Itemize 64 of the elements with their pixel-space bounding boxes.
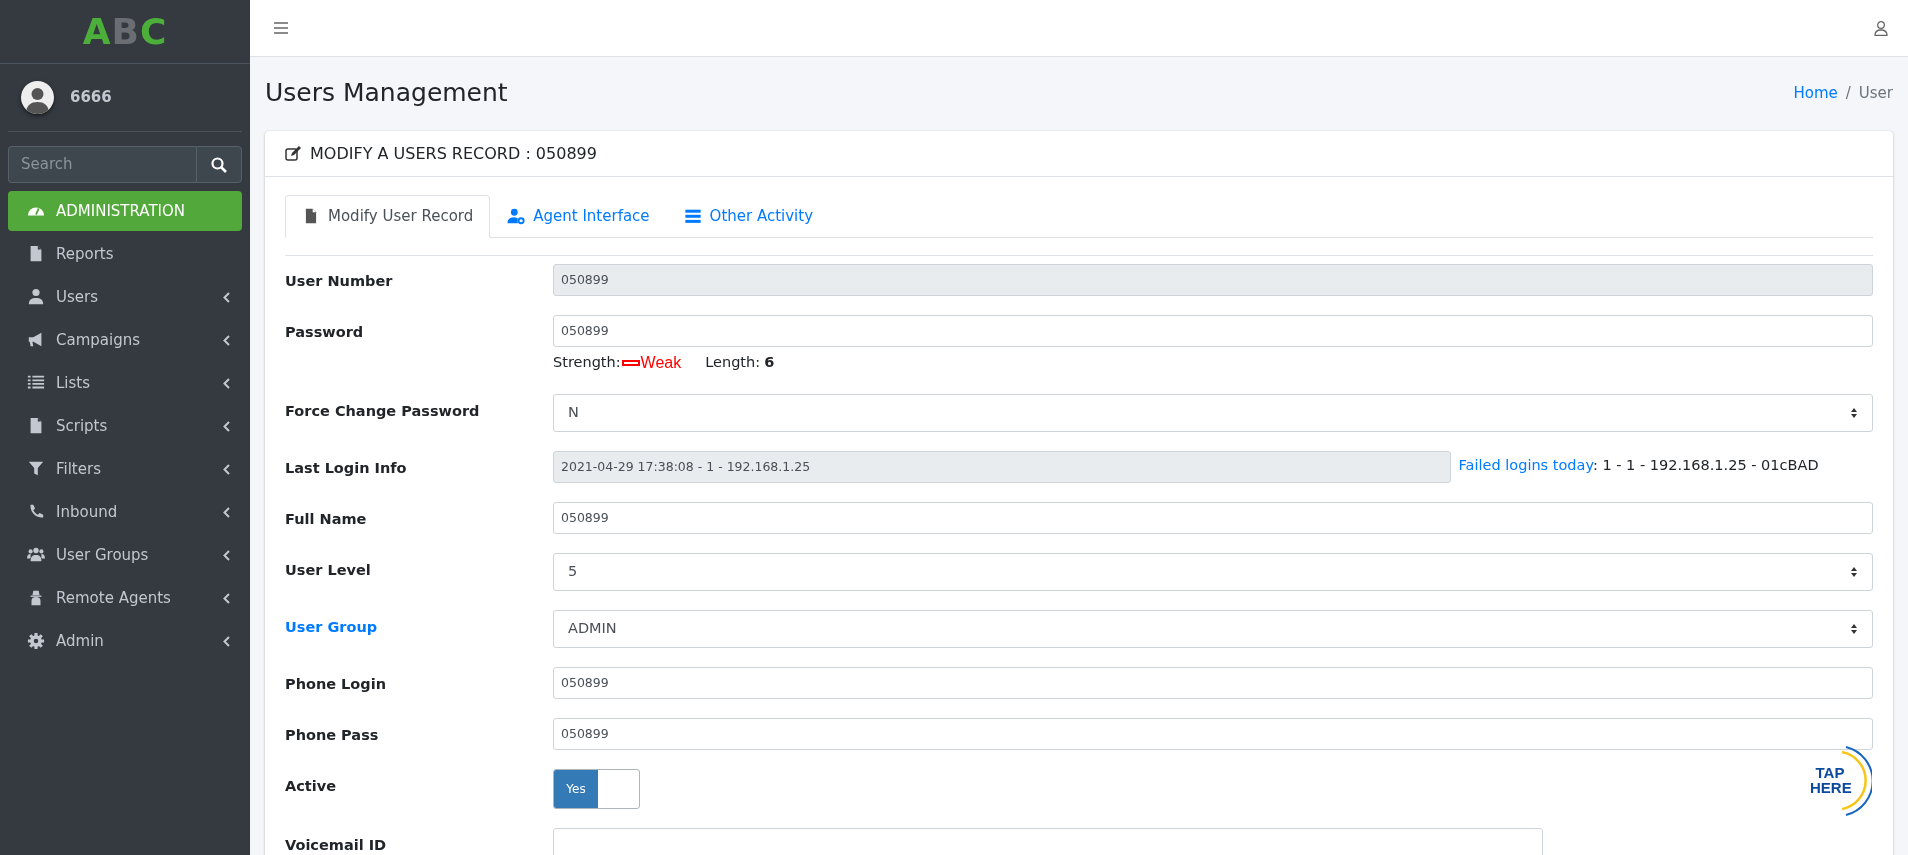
breadcrumb-link[interactable]: Home	[1793, 81, 1838, 105]
strength-label: Strength:	[553, 353, 621, 373]
input-field[interactable]: 050899	[553, 502, 1873, 534]
sidebar-item[interactable]: Lists	[8, 363, 242, 403]
failed-logins-link[interactable]: Failed logins today	[1458, 457, 1593, 473]
sort-caret-icon	[1850, 566, 1858, 578]
page-title: Users Management	[265, 77, 508, 110]
sidebar-item[interactable]: Filters	[8, 449, 242, 489]
settings-icon	[26, 632, 46, 650]
field-label: Full Name	[285, 510, 368, 529]
card-title: MODIFY A USERS RECORD : 050899	[310, 142, 597, 165]
filter-icon	[26, 460, 46, 478]
field-label: Phone Pass	[285, 726, 380, 745]
input-field[interactable]	[553, 828, 1543, 855]
input-field[interactable]: 050899	[553, 667, 1873, 699]
sidebar-item[interactable]: Admin	[8, 621, 242, 661]
strength-value: Weak	[640, 353, 682, 373]
tab[interactable]: Modify User Record	[285, 195, 491, 238]
sidebar-item[interactable]: Campaigns	[8, 320, 242, 360]
edit-icon	[285, 146, 302, 161]
avatar-icon	[21, 81, 54, 114]
sidebar-item[interactable]: Users	[8, 277, 242, 317]
sidebar-item[interactable]: Scripts	[8, 406, 242, 446]
field-label: Active	[285, 777, 337, 796]
tab[interactable]: Other Activity	[666, 195, 831, 238]
field-label: Last Login Info	[285, 459, 408, 478]
sidebar-item[interactable]: Remote Agents	[8, 578, 242, 618]
search-button[interactable]	[196, 146, 242, 183]
field-label: Phone Login	[285, 675, 387, 694]
user-gear-icon	[507, 208, 526, 225]
sidebar-item[interactable]: Reports	[8, 234, 242, 274]
input-field: 050899	[553, 264, 1873, 296]
sort-caret-icon	[1850, 623, 1858, 635]
failed-logins-text: : 1 - 1 - 192.168.1.25 - 01cBAD	[1592, 457, 1819, 473]
bars-icon	[683, 208, 702, 225]
breadcrumb-item: User	[1858, 82, 1893, 104]
select-field[interactable]: N	[553, 394, 1873, 432]
tab[interactable]: Agent Interface	[490, 195, 667, 238]
input-field[interactable]: 050899	[553, 718, 1873, 750]
select-field[interactable]: 5	[553, 553, 1873, 591]
toggle-switch[interactable]: Yes	[554, 770, 598, 808]
strength-bar-icon	[621, 360, 640, 366]
sidebar-item[interactable]: Inbound	[8, 492, 242, 532]
user-icon	[26, 288, 46, 306]
password-field[interactable]: 050899	[553, 315, 1873, 347]
users-icon	[26, 546, 46, 564]
user-name[interactable]: 6666	[70, 86, 112, 109]
field-label: Force Change Password	[285, 402, 481, 421]
search-field[interactable]: Search	[8, 146, 196, 183]
sidebar-item[interactable]: User Groups	[8, 535, 242, 575]
breadcrumb-separator: /	[1845, 82, 1851, 104]
select-field[interactable]: ADMIN	[553, 610, 1873, 648]
field-label: User Number	[285, 272, 394, 291]
search-icon	[211, 156, 227, 173]
sort-caret-icon	[1850, 407, 1858, 419]
length-value: 6	[764, 353, 775, 373]
length-label: Length:	[705, 353, 761, 373]
field-label: Voicemail ID	[285, 836, 388, 855]
field-label: Password	[285, 323, 365, 342]
field-label: User Level	[285, 561, 372, 580]
input-field: 2021-04-29 17:38:08 - 1 - 192.168.1.25	[553, 451, 1451, 483]
menu-icon[interactable]	[274, 22, 288, 34]
field-label-link[interactable]: User Group	[285, 610, 553, 648]
user-icon[interactable]	[1874, 20, 1888, 36]
